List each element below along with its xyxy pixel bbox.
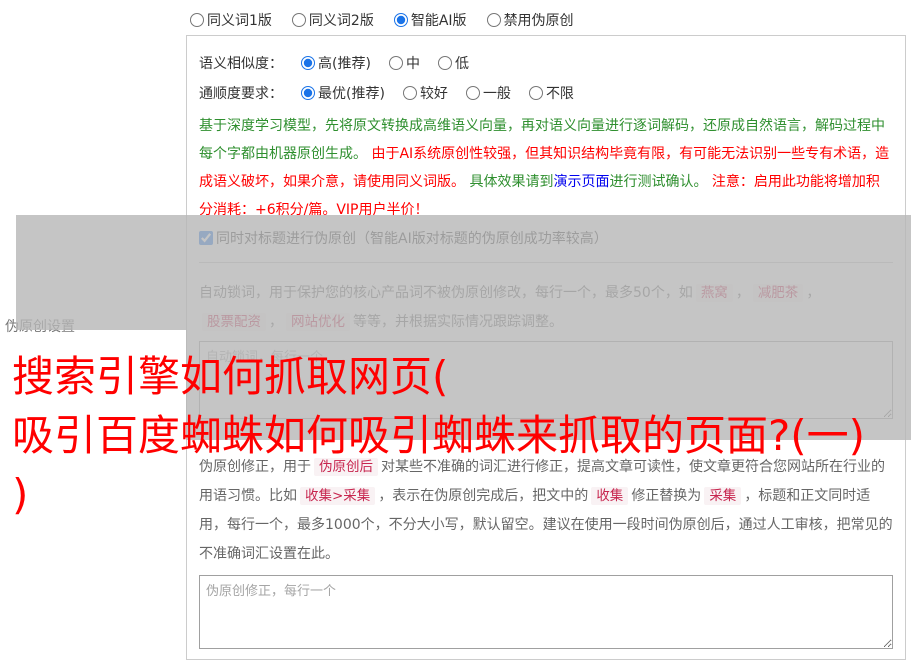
radio-fluency-any-label: 不限	[546, 83, 574, 103]
keyword-tag: 收集>采集	[300, 487, 375, 505]
corrections-textarea[interactable]	[199, 575, 893, 649]
demo-page-link[interactable]: 演示页面	[553, 174, 609, 190]
radio-fluency-good-label: 较好	[420, 83, 448, 103]
radio-fluency-best-label: 最优(推荐)	[318, 83, 385, 103]
title-pseudo-checkbox-label: 同时对标题进行伪原创（智能AI版对标题的伪原创成功率较高）	[216, 228, 608, 248]
radio-smart-ai-input[interactable]	[394, 13, 408, 27]
radio-fluency-any[interactable]: 不限	[529, 83, 574, 103]
radio-synonym-v2-input[interactable]	[292, 13, 306, 27]
lock-words-comma-2: ，	[806, 285, 820, 301]
keyword-tag: 减肥茶	[753, 284, 804, 302]
ai-desc-green-3: 进行测试确认。	[609, 174, 707, 190]
keyword-tag: 燕窝	[696, 284, 733, 302]
lock-words-text-1: 自动锁词，用于保护您的核心产品词不被伪原创修改，每行一个，最多50个，如	[199, 285, 693, 301]
radio-similarity-low[interactable]: 低	[438, 53, 469, 73]
keyword-tag: 伪原创后	[314, 458, 378, 476]
radio-synonym-v1[interactable]: 同义词1版	[190, 10, 272, 30]
radio-smart-ai[interactable]: 智能AI版	[394, 10, 467, 30]
similarity-row: 语义相似度： 高(推荐) 中 低	[199, 48, 893, 78]
radio-disable-pseudo-input[interactable]	[487, 13, 501, 27]
settings-content: 同义词1版 同义词2版 智能AI版 禁用伪原创 语义相似度：	[186, 0, 906, 660]
radio-similarity-mid[interactable]: 中	[389, 53, 420, 73]
keyword-tag: 收集	[591, 487, 628, 505]
radio-fluency-best-input[interactable]	[301, 86, 315, 100]
ai-settings-panel: 语义相似度： 高(推荐) 中 低 通顺度要求：	[186, 35, 906, 660]
radio-similarity-high[interactable]: 高(推荐)	[301, 53, 371, 73]
row-label-pseudo-original-settings: 伪原创设置	[5, 316, 75, 336]
radio-synonym-v2[interactable]: 同义词2版	[292, 10, 374, 30]
corrections-text-3: ，表示在伪原创完成后，把文中的	[378, 488, 588, 504]
radio-similarity-high-label: 高(推荐)	[318, 53, 371, 73]
radio-fluency-normal-input[interactable]	[466, 86, 480, 100]
radio-fluency-any-input[interactable]	[529, 86, 543, 100]
keyword-tag: 股票配资	[202, 313, 266, 331]
lock-words-comma-3: ，	[269, 314, 283, 330]
title-pseudo-checkbox-input[interactable]	[199, 231, 213, 245]
corrections-text-4: 修正替换为	[631, 488, 701, 504]
ai-desc-green-2: 具体效果请到	[465, 174, 553, 190]
radio-fluency-good[interactable]: 较好	[403, 83, 448, 103]
radio-fluency-normal[interactable]: 一般	[466, 83, 511, 103]
similarity-label: 语义相似度：	[199, 53, 283, 73]
fluency-label: 通顺度要求：	[199, 83, 283, 103]
mode-radio-row: 同义词1版 同义词2版 智能AI版 禁用伪原创	[186, 0, 906, 32]
radio-synonym-v1-label: 同义词1版	[207, 10, 272, 30]
radio-synonym-v2-label: 同义词2版	[309, 10, 374, 30]
lock-words-text-2: 等等，并根据实际情况跟踪调整。	[353, 314, 563, 330]
radio-smart-ai-label: 智能AI版	[411, 10, 467, 30]
radio-fluency-normal-label: 一般	[483, 83, 511, 103]
keyword-tag: 网站优化	[286, 313, 350, 331]
radio-similarity-mid-label: 中	[406, 53, 420, 73]
ai-description: 基于深度学习模型，先将原文转换成高维语义向量，再对语义向量进行逐词解码，还原成自…	[199, 112, 893, 224]
fluency-row: 通顺度要求： 最优(推荐) 较好 一般 不限	[199, 78, 893, 108]
radio-fluency-good-input[interactable]	[403, 86, 417, 100]
section-divider	[199, 262, 893, 263]
lock-words-textarea[interactable]	[199, 341, 893, 419]
radio-similarity-low-label: 低	[455, 53, 469, 73]
lock-words-comma-1: ，	[736, 285, 750, 301]
title-pseudo-row: 同时对标题进行伪原创（智能AI版对标题的伪原创成功率较高）	[199, 226, 893, 250]
radio-similarity-low-input[interactable]	[438, 56, 452, 70]
keyword-tag: 采集	[704, 487, 741, 505]
lock-words-description: 自动锁词，用于保护您的核心产品词不被伪原创修改，每行一个，最多50个，如燕窝，减…	[199, 279, 893, 337]
radio-fluency-best[interactable]: 最优(推荐)	[301, 83, 385, 103]
title-pseudo-checkbox[interactable]: 同时对标题进行伪原创（智能AI版对标题的伪原创成功率较高）	[199, 228, 608, 248]
radio-synonym-v1-input[interactable]	[190, 13, 204, 27]
radio-disable-pseudo-label: 禁用伪原创	[504, 10, 574, 30]
radio-similarity-high-input[interactable]	[301, 56, 315, 70]
radio-disable-pseudo[interactable]: 禁用伪原创	[487, 10, 574, 30]
corrections-text-1: 伪原创修正，用于	[199, 459, 311, 475]
corrections-description: 伪原创修正，用于伪原创后对某些不准确的词汇进行修正，提高文章可读性，使文章更符合…	[199, 453, 893, 569]
radio-similarity-mid-input[interactable]	[389, 56, 403, 70]
pseudo-original-settings-form: 伪原创设置 同义词1版 同义词2版 智能AI版 禁用伪原创	[0, 0, 911, 658]
